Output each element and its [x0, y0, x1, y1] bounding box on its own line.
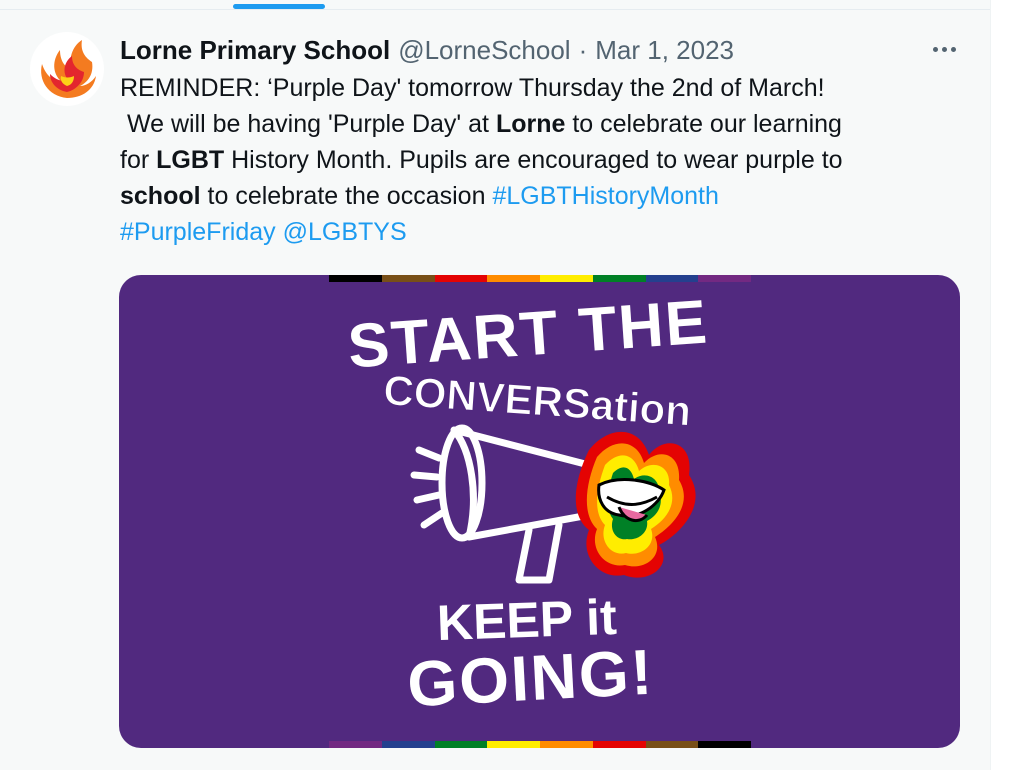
flag-stripe	[645, 741, 699, 748]
tweet-date[interactable]: Mar 1, 2023	[595, 35, 734, 66]
hashtag-purplefriday[interactable]: #PurpleFriday	[120, 218, 276, 246]
text-line-5: #PurpleFriday @LGBTYS	[120, 214, 960, 250]
flag-stripe	[487, 741, 540, 748]
separator-dot: ·	[578, 34, 588, 65]
text-segment: History Month. Pupils are encouraged to …	[224, 146, 843, 174]
flag-stripe	[329, 741, 382, 748]
hashtag-lgbthistorymonth[interactable]: #LGBTHistoryMonth	[492, 182, 718, 210]
more-options-icon	[932, 46, 956, 52]
flag-stripe	[698, 741, 751, 748]
more-options-button[interactable]	[922, 34, 966, 64]
author-handle[interactable]: @LorneSchool	[398, 35, 570, 66]
tweet-text: REMINDER: ‘Purple Day' tomorrow Thursday…	[120, 70, 960, 250]
tweet-header: Lorne Primary School @LorneSchool · Mar …	[120, 32, 734, 68]
text-segment: to celebrate our learning	[565, 110, 842, 138]
flag-stripe	[381, 741, 435, 748]
text-space	[276, 218, 283, 246]
avatar[interactable]	[30, 32, 104, 106]
text-segment: for	[120, 146, 157, 174]
text-line-2: We will be having 'Purple Day' at Lorne …	[120, 106, 960, 142]
progress-flag-bar-bottom	[329, 741, 751, 748]
author-name[interactable]: Lorne Primary School	[120, 35, 390, 66]
phoenix-logo-icon	[31, 33, 103, 105]
tweet-card[interactable]: Lorne Primary School @LorneSchool · Mar …	[0, 0, 991, 770]
text-bold-lgbt: LGBT	[156, 146, 225, 174]
divider	[0, 9, 990, 10]
text-segment: We will be having 'Purple Day' at	[120, 110, 496, 138]
poster-headline-2: CONVERSation	[382, 366, 693, 434]
rainbow-mouth-icon	[575, 431, 696, 578]
text-line-1: REMINDER: ‘Purple Day' tomorrow Thursday…	[120, 74, 825, 102]
poster-footer-2: GOING!	[406, 636, 656, 721]
text-line-3: for LGBT History Month. Pupils are encou…	[120, 142, 960, 178]
flag-stripe	[540, 741, 593, 748]
mention-lgbtys[interactable]: @LGBTYS	[283, 218, 407, 246]
flag-stripe	[434, 741, 488, 748]
flag-stripe	[592, 741, 646, 748]
text-line-4: school to celebrate the occasion #LGBTHi…	[120, 178, 960, 214]
poster-artwork: START THE CONVERSation KEEP it GOING!	[346, 288, 711, 721]
text-bold-lorne: Lorne	[495, 110, 566, 138]
tweet-media-image[interactable]: START THE CONVERSation KEEP it GOING!	[119, 275, 960, 748]
text-segment: to celebrate the occasion	[200, 182, 493, 210]
text-bold-school: school	[120, 182, 201, 210]
